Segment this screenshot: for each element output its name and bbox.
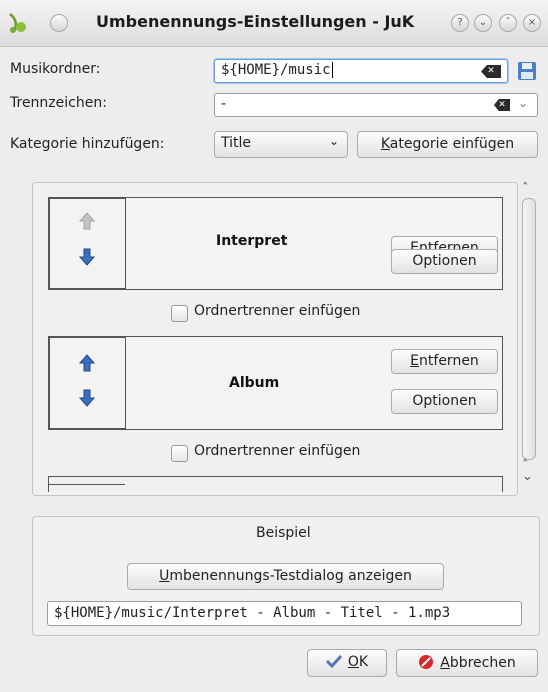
separator-checkbox-label: Ordnertrenner einfügen xyxy=(194,443,361,459)
separator-checkbox[interactable] xyxy=(171,305,188,322)
cancel-icon xyxy=(419,655,434,669)
minimize-icon[interactable]: ⌄ xyxy=(474,14,492,32)
category-row-partial xyxy=(48,476,503,492)
category-row: Interpret Entfernen Optionen xyxy=(48,197,503,290)
ok-button[interactable]: OK xyxy=(307,649,387,677)
music-folder-value: ${HOME}/music xyxy=(221,62,331,78)
title-bar[interactable]: Umbenennungs-Einstellungen - JuK ? ⌄ ˆ × xyxy=(0,0,548,47)
category-row: Album Entfernen Optionen xyxy=(48,336,503,430)
example-preview: ${HOME}/music/Interpret - Album - Titel … xyxy=(47,601,522,626)
ok-label: OK xyxy=(347,654,369,670)
test-dialog-button[interactable]: Umbenennungs-Testdialog anzeigen xyxy=(127,563,444,590)
add-category-label: Kategorie hinzufügen: xyxy=(10,136,165,152)
category-name: Album xyxy=(229,375,280,391)
separator-combobox[interactable]: - xyxy=(214,93,538,117)
close-icon[interactable]: × xyxy=(523,14,541,32)
chevron-down-icon: ⌄ xyxy=(328,134,339,148)
scroll-arrows-icon[interactable]: ˆ ⌄ xyxy=(522,460,533,483)
separator-value: - xyxy=(221,96,227,112)
arrow-up-icon[interactable] xyxy=(79,212,95,230)
separator-checkbox[interactable] xyxy=(171,445,188,462)
scroll-up-icon[interactable]: ˆ xyxy=(522,182,529,197)
window-menu-icon[interactable] xyxy=(50,14,68,32)
arrow-down-icon[interactable] xyxy=(79,389,95,407)
juk-app-icon xyxy=(9,13,26,33)
music-folder-label: Musikordner: xyxy=(10,61,101,77)
cancel-button[interactable]: Abbrechen xyxy=(396,649,538,677)
cancel-label: Abbrechen xyxy=(440,655,516,671)
separator-checkbox-label: Ordnertrenner einfügen xyxy=(194,303,361,319)
options-button[interactable]: Optionen xyxy=(391,249,498,274)
remove-button[interactable]: Entfernen xyxy=(391,349,498,374)
category-select-value: Title xyxy=(221,135,252,151)
insert-category-button[interactable]: Kategorie einfügen xyxy=(357,131,538,158)
move-buttons xyxy=(49,337,126,429)
options-button[interactable]: Optionen xyxy=(391,389,498,414)
save-icon[interactable] xyxy=(517,61,537,81)
check-icon xyxy=(325,654,343,669)
chevron-down-icon[interactable]: ⌄ xyxy=(518,96,528,110)
arrow-down-icon[interactable] xyxy=(79,248,95,266)
scrollbar-thumb[interactable] xyxy=(522,198,536,460)
separator-label: Trennzeichen: xyxy=(10,95,107,111)
music-folder-input[interactable]: ${HOME}/music xyxy=(214,59,508,83)
category-name: Interpret xyxy=(216,233,288,249)
window-title: Umbenennungs-Einstellungen - JuK xyxy=(96,12,415,31)
category-select[interactable]: Title ⌄ xyxy=(214,131,348,158)
move-buttons xyxy=(49,484,125,485)
example-heading: Beispiel xyxy=(256,525,311,541)
arrow-up-icon[interactable] xyxy=(79,354,95,372)
help-icon[interactable]: ? xyxy=(451,14,469,32)
maximize-icon[interactable]: ˆ xyxy=(499,14,517,32)
